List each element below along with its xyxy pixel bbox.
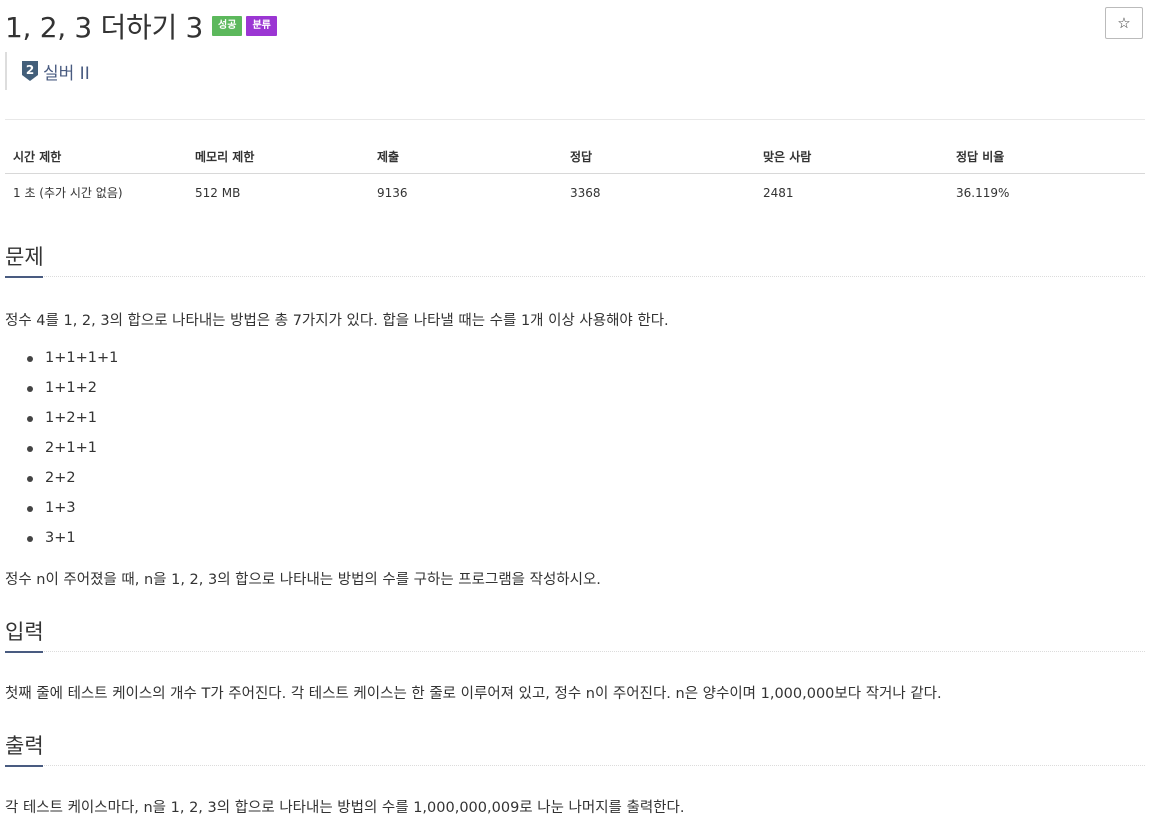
star-button[interactable]: ☆	[1105, 7, 1143, 39]
output-description: 각 테스트 케이스마다, n을 1, 2, 3의 합으로 나타내는 방법의 수를…	[5, 800, 685, 816]
problem-section-line	[5, 276, 1145, 277]
problem-info-table: 시간 제한 메모리 제한 제출 정답 맞은 사람 정답 비율 1 초 (추가 시…	[5, 139, 1145, 211]
input-description: 첫째 줄에 테스트 케이스의 개수 T가 주어진다. 각 테스트 케이스는 한 …	[5, 686, 942, 702]
output-section-line	[5, 765, 1145, 766]
info-value-solvers: 2481	[763, 185, 794, 200]
info-header-solvers: 맞은 사람	[755, 139, 948, 174]
input-section-line	[5, 651, 1145, 652]
info-header-accepted: 정답	[562, 139, 755, 174]
list-item: 1+3	[5, 496, 118, 526]
info-value-memory: 512 MB	[195, 185, 241, 200]
output-section-underline	[5, 765, 43, 767]
success-badge[interactable]: 성공	[212, 16, 243, 36]
info-value-accepted: 3368	[570, 185, 601, 200]
info-header-submissions: 제출	[369, 139, 562, 174]
problem-header: 1, 2, 3 더하기 3 성공 분류	[5, 6, 277, 46]
tier-label[interactable]: 실버 II	[43, 59, 90, 84]
input-section-underline	[5, 651, 43, 653]
category-badge[interactable]: 분류	[246, 16, 277, 36]
info-header-time: 시간 제한	[5, 139, 187, 174]
problem-example-list: 1+1+1+1 1+1+2 1+2+1 2+1+1 2+2 1+3 3+1	[5, 346, 118, 556]
info-value-row: 1 초 (추가 시간 없음) 512 MB 9136 3368 2481 36.…	[5, 174, 1145, 212]
problem-section-title: 문제	[5, 245, 44, 269]
list-item: 2+1+1	[5, 436, 118, 466]
info-value-time: 1 초 (추가 시간 없음)	[13, 186, 123, 200]
list-item: 1+2+1	[5, 406, 118, 436]
list-item: 2+2	[5, 466, 118, 496]
info-value-ratio: 36.119%	[956, 185, 1010, 200]
tier-number: 2	[26, 63, 34, 77]
info-header-memory: 메모리 제한	[187, 139, 369, 174]
problem-task: 정수 n이 주어졌을 때, n을 1, 2, 3의 합으로 나타내는 방법의 수…	[5, 572, 601, 588]
list-item: 1+1+1+1	[5, 346, 118, 376]
input-section-title: 입력	[5, 620, 44, 644]
output-section-title: 출력	[5, 734, 44, 758]
header-divider	[5, 119, 1145, 120]
problem-title: 1, 2, 3 더하기 3	[5, 11, 204, 44]
info-header-ratio: 정답 비율	[948, 139, 1145, 174]
problem-description: 정수 4를 1, 2, 3의 합으로 나타내는 방법은 총 7가지가 있다. 합…	[5, 313, 669, 329]
star-icon: ☆	[1117, 14, 1131, 32]
tier-section: 2 실버 II	[5, 52, 90, 90]
info-header-row: 시간 제한 메모리 제한 제출 정답 맞은 사람 정답 비율	[5, 139, 1145, 174]
problem-section-underline	[5, 276, 43, 278]
list-item: 3+1	[5, 526, 118, 556]
list-item: 1+1+2	[5, 376, 118, 406]
info-value-submissions: 9136	[377, 185, 408, 200]
silver-tier-icon: 2	[22, 61, 38, 81]
